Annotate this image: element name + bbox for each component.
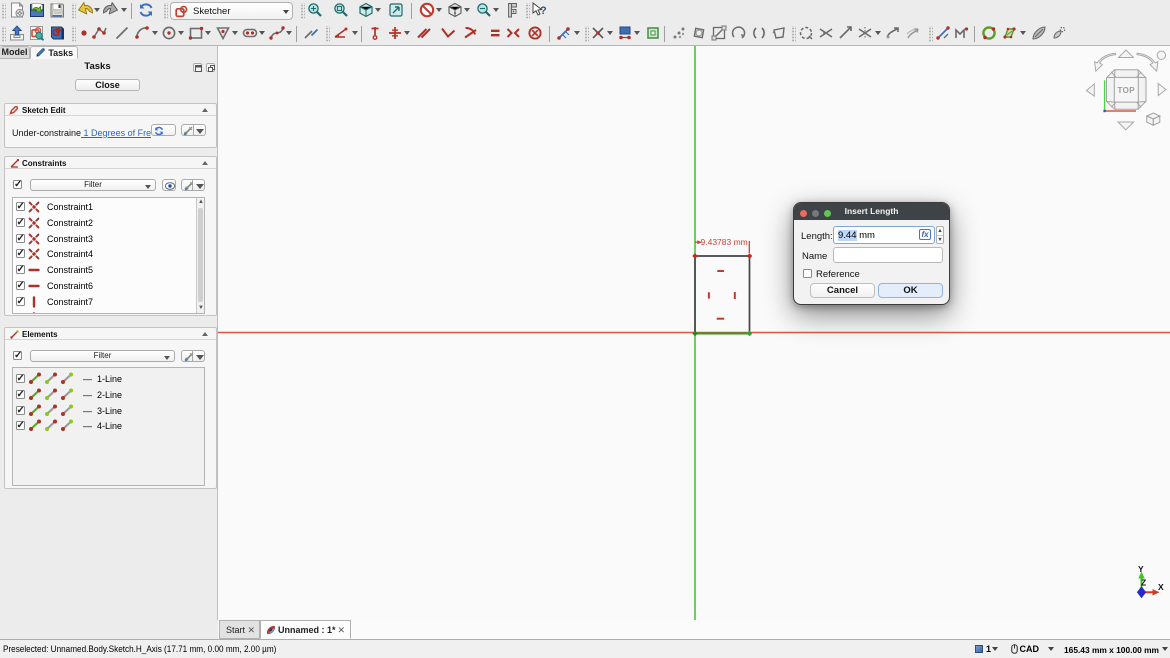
- svg-text:9.43783 mm: 9.43783 mm: [701, 237, 748, 247]
- svg-text:Z: Z: [1141, 578, 1146, 588]
- svg-text:?: ?: [540, 5, 547, 17]
- svg-text:X: X: [1158, 582, 1164, 592]
- svg-text:Y: Y: [1138, 564, 1144, 574]
- svg-text:TOP: TOP: [1118, 86, 1136, 95]
